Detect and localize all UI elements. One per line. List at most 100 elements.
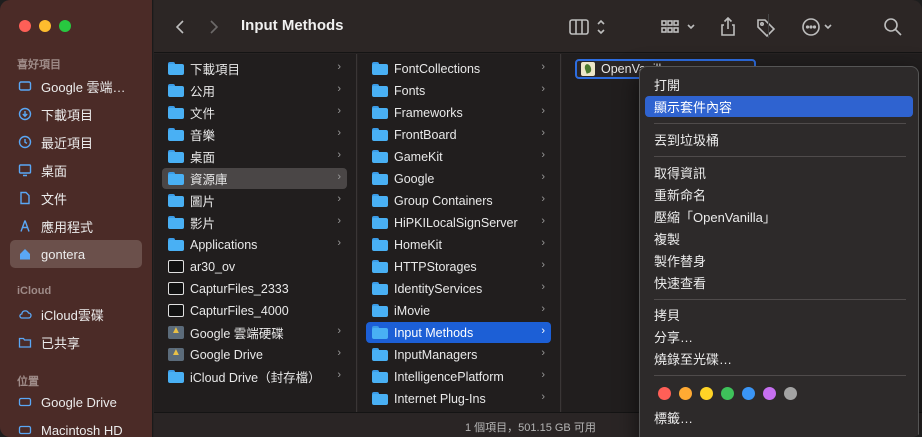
sidebar-item-label: 下載項目 — [41, 107, 94, 123]
list-item[interactable]: FrontBoard › — [366, 124, 551, 145]
chevron-right-icon: › — [337, 347, 341, 359]
menu-item-share[interactable]: 分享… — [645, 326, 913, 347]
menu-item-open[interactable]: 打開 — [645, 74, 913, 95]
list-item-label: HiPKILocalSignServer — [394, 215, 518, 230]
folder-icon — [372, 348, 388, 361]
list-item-label: CapturFiles_4000 — [190, 303, 289, 318]
list-item[interactable]: iMovie › — [366, 300, 551, 321]
list-item[interactable]: IntelligencePlatform › — [366, 366, 551, 387]
tag-button[interactable] — [754, 15, 778, 39]
zoom-button[interactable] — [59, 20, 71, 32]
tag-color-dot[interactable] — [721, 387, 734, 400]
list-item[interactable]: iCloud Drive（封存檔） › — [162, 366, 347, 387]
list-item[interactable]: Applications › — [162, 234, 347, 255]
forward-button[interactable] — [202, 15, 226, 39]
tag-color-dot[interactable] — [742, 387, 755, 400]
sidebar-item-desktop[interactable]: 桌面 — [10, 156, 142, 184]
group-button[interactable] — [658, 15, 704, 39]
chevron-right-icon: › — [541, 391, 545, 403]
list-item-label: Google — [394, 171, 435, 186]
list-item[interactable]: IdentityServices › — [366, 278, 551, 299]
list-item[interactable]: Group Containers › — [366, 190, 551, 211]
chevron-right-icon: › — [541, 369, 545, 381]
list-item[interactable]: GameKit › — [366, 146, 551, 167]
folder-icon — [372, 370, 388, 383]
list-item[interactable]: CapturFiles_4000 — [162, 300, 347, 321]
menu-item-move-to-trash[interactable]: 丟到垃圾桶 — [645, 129, 913, 150]
list-item-label: Frameworks — [394, 105, 463, 120]
list-item[interactable]: 文件 › — [162, 102, 347, 123]
sidebar-item-recents[interactable]: 最近項目 — [10, 128, 142, 156]
list-item[interactable]: CapturFiles_2333 — [162, 278, 347, 299]
drive-folder-icon — [168, 325, 184, 339]
sidebar-item-label: Google 雲端… — [41, 79, 126, 95]
tag-color-dot[interactable] — [658, 387, 671, 400]
sidebar-item-home[interactable]: gontera — [10, 240, 142, 268]
menu-item-make-alias[interactable]: 製作替身 — [645, 250, 913, 271]
window-title: Input Methods — [241, 17, 344, 34]
list-item[interactable]: 下載項目 › — [162, 58, 347, 79]
list-item[interactable]: Input Methods › — [366, 322, 551, 343]
list-item[interactable]: InputManagers › — [366, 344, 551, 365]
chevron-right-icon: › — [337, 127, 341, 139]
close-button[interactable] — [19, 20, 31, 32]
sidebar-item-documents[interactable]: 文件 — [10, 184, 142, 212]
search-button[interactable] — [880, 15, 906, 39]
list-item[interactable]: 桌面 › — [162, 146, 347, 167]
tag-color-dot[interactable] — [763, 387, 776, 400]
back-button[interactable] — [168, 15, 192, 39]
folder-icon — [372, 304, 388, 317]
list-item[interactable]: 公用 › — [162, 80, 347, 101]
sidebar-item-applications[interactable]: 應用程式 — [10, 212, 142, 240]
folder-icon — [168, 172, 184, 185]
tag-color-dot[interactable] — [679, 387, 692, 400]
list-item[interactable]: Frameworks › — [366, 102, 551, 123]
folder-icon — [168, 194, 184, 207]
chevron-right-icon: › — [337, 171, 341, 183]
list-item[interactable]: 影片 › — [162, 212, 347, 233]
folder-icon — [372, 84, 388, 97]
chevron-right-icon: › — [541, 127, 545, 139]
list-item[interactable]: HiPKILocalSignServer › — [366, 212, 551, 233]
menu-item-copy[interactable]: 拷貝 — [645, 304, 913, 325]
sidebar-item-macintosh-hd[interactable]: Macintosh HD — [10, 416, 142, 437]
sidebar-item-icloud-drive[interactable]: iCloud雲碟 — [10, 300, 142, 328]
sidebar-item-google-drive[interactable]: Google Drive — [10, 388, 142, 416]
list-item[interactable]: 圖片 › — [162, 190, 347, 211]
menu-item-compress[interactable]: 壓縮「OpenVanilla」 — [645, 206, 913, 227]
menu-item-quick-look[interactable]: 快速查看 — [645, 272, 913, 293]
folder-icon — [372, 216, 388, 229]
menu-item-show-package-contents[interactable]: 顯示套件內容 — [645, 96, 913, 117]
view-mode-button[interactable] — [566, 15, 612, 39]
list-item[interactable]: 音樂 › — [162, 124, 347, 145]
sidebar-item-google-drive-cloud[interactable]: Google 雲端… — [10, 72, 142, 100]
list-item[interactable]: Google Drive › — [162, 344, 347, 365]
list-item[interactable]: HomeKit › — [366, 234, 551, 255]
sidebar-item-shared[interactable]: 已共享 — [10, 328, 142, 356]
file-icon — [168, 304, 184, 317]
menu-item-rename[interactable]: 重新命名 — [645, 184, 913, 205]
list-item[interactable]: FontCollections › — [366, 58, 551, 79]
folder-icon — [168, 128, 184, 141]
tag-color-dot[interactable] — [700, 387, 713, 400]
minimize-button[interactable] — [39, 20, 51, 32]
list-item[interactable]: 資源庫 › — [162, 168, 347, 189]
folder-icon — [372, 326, 388, 339]
list-item[interactable]: Google › — [366, 168, 551, 189]
more-actions-button[interactable] — [799, 15, 839, 39]
list-item[interactable]: Google 雲端硬碟 › — [162, 322, 347, 343]
sidebar-item-downloads[interactable]: 下載項目 — [10, 100, 142, 128]
share-button[interactable] — [716, 15, 740, 39]
list-item[interactable]: HTTPStorages › — [366, 256, 551, 277]
sidebar: 喜好項目 Google 雲端… 下載項目 最近項目 桌面 文件 應用程式 gon… — [0, 0, 153, 437]
app-icon — [581, 62, 595, 76]
chevron-right-icon: › — [541, 61, 545, 73]
menu-item-tags[interactable]: 標籤… — [645, 407, 913, 428]
menu-item-duplicate[interactable]: 複製 — [645, 228, 913, 249]
menu-item-burn-to-disc[interactable]: 燒錄至光碟… — [645, 348, 913, 369]
list-item[interactable]: ar30_ov — [162, 256, 347, 277]
list-item[interactable]: Fonts › — [366, 80, 551, 101]
tag-color-dot[interactable] — [784, 387, 797, 400]
menu-item-get-info[interactable]: 取得資訊 — [645, 162, 913, 183]
list-item[interactable]: Internet Plug-Ins › — [366, 388, 551, 409]
